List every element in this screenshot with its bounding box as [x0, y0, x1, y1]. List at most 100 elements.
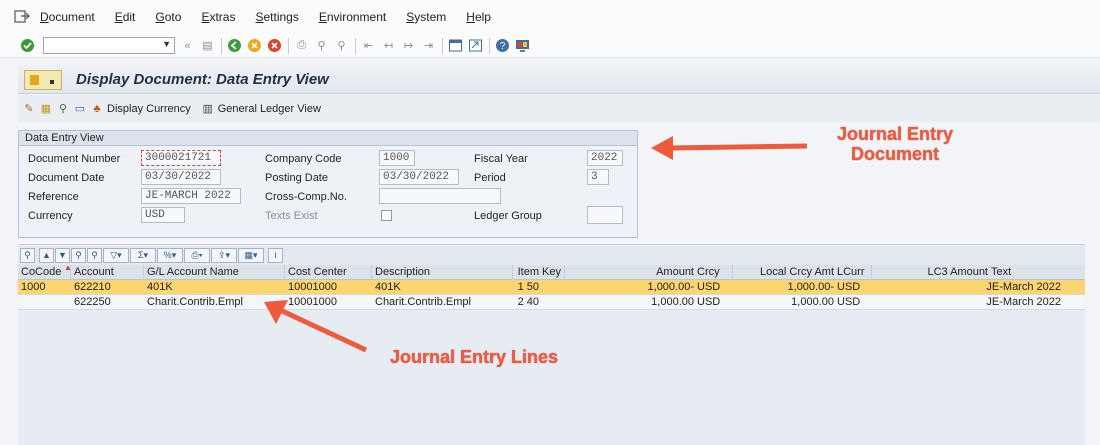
cell-lcurr: USD — [837, 281, 861, 293]
panel-title: Data Entry View — [19, 131, 637, 146]
document-icon[interactable]: ▦ — [39, 102, 53, 116]
enter-check-icon[interactable] — [20, 38, 35, 53]
find-next-icon: ⚲ — [337, 40, 346, 52]
double-left-icon[interactable]: « — [180, 38, 195, 53]
document-number-field[interactable]: 3000021721 — [141, 150, 221, 166]
help-icon[interactable]: ? — [495, 38, 510, 53]
cell-local-crcy-amt: 1,000.00 — [791, 296, 834, 308]
toolbar-divider — [442, 37, 443, 54]
menu-document[interactable]: Document — [40, 10, 95, 24]
print-preview-icon[interactable]: ⎙▾ — [184, 247, 210, 263]
document-number-label: Document Number — [28, 153, 121, 165]
col-amount[interactable]: Amount — [566, 266, 694, 278]
chevron-down-icon[interactable]: ▼ — [162, 39, 171, 49]
change-display-icon[interactable]: ✎ — [22, 102, 36, 116]
reference-field[interactable]: JE-MARCH 2022 — [141, 188, 241, 204]
document-menu-icon[interactable] — [24, 69, 62, 90]
company-code-field[interactable]: 1000 — [379, 150, 415, 166]
new-session-icon[interactable] — [448, 38, 463, 53]
line-items-grid: ⚲ ▲ ▼ ⚲ ⚲ ▽▾ Σ▾ %▾ ⎙▾ ⇪▾ ▦▾ i CoCode ▲ A… — [18, 244, 1085, 445]
col-account[interactable]: Account — [74, 266, 114, 278]
cross-comp-label: Cross-Comp.No. — [265, 191, 347, 203]
col-divider — [564, 265, 565, 280]
table-row[interactable]: 1000 622210 401K 10001000 401K 1 50 1,00… — [18, 280, 1085, 295]
col-divider — [70, 265, 71, 280]
exit-icon[interactable] — [247, 38, 262, 53]
cell-account: 622250 — [74, 296, 111, 308]
document-date-field[interactable]: 03/30/2022 — [141, 169, 221, 185]
col-local-crcy-amt[interactable]: Local Crcy Amt — [734, 266, 834, 278]
command-field[interactable]: ▼ — [43, 37, 175, 54]
period-field[interactable]: 3 — [587, 169, 609, 185]
sort-ascending-icon[interactable]: ▲ — [39, 247, 54, 263]
menu-extras[interactable]: Extras — [201, 10, 235, 24]
menu-goto[interactable]: Goto — [155, 10, 181, 24]
menu-edit[interactable]: Edit — [115, 10, 136, 24]
standard-toolbar: ▼ « ▤ ⎙ ⚲ ⚲ ⇤ ↤ ↦ ⇥ ? — [0, 34, 1100, 58]
cancel-icon[interactable] — [267, 38, 282, 53]
find-next-icon[interactable]: ⚲ — [87, 247, 102, 263]
col-lc3-amount[interactable]: LC3 Amount — [874, 266, 988, 278]
currency-field[interactable]: USD — [141, 207, 185, 223]
filter-icon[interactable]: ▽▾ — [103, 247, 129, 263]
cell-crcy: USD — [697, 296, 721, 308]
search-document-icon[interactable]: ⚲ — [56, 102, 70, 116]
save-icon: ▤ — [202, 40, 213, 52]
col-divider — [732, 265, 733, 280]
customize-layout-icon[interactable] — [515, 38, 530, 53]
menu-environment[interactable]: Environment — [319, 10, 386, 24]
annotation-document-label: Journal Entry Document — [815, 124, 975, 164]
cell-account: 622210 — [74, 281, 111, 293]
display-currency-button[interactable]: Display Currency — [107, 103, 191, 115]
shortcut-icon[interactable] — [468, 38, 483, 53]
texts-exist-label: Texts Exist — [265, 210, 318, 222]
toolbar-divider — [221, 37, 222, 54]
cross-comp-field[interactable] — [379, 188, 501, 204]
period-label: Period — [474, 172, 506, 184]
fiscal-year-field[interactable]: 2022 — [587, 150, 623, 166]
ledger-group-field[interactable] — [587, 206, 623, 224]
col-crcy[interactable]: Crcy — [697, 266, 720, 278]
menu-settings[interactable]: Settings — [255, 10, 298, 24]
menu-help[interactable]: Help — [466, 10, 491, 24]
col-lcurr[interactable]: LCurr — [837, 266, 865, 278]
col-description[interactable]: Description — [375, 266, 430, 278]
col-divider — [871, 265, 872, 280]
find-icon[interactable]: ⚲ — [71, 247, 86, 263]
col-divider — [143, 265, 144, 280]
cell-gl-account-name: 401K — [147, 281, 173, 293]
export-icon[interactable]: ⇪▾ — [211, 247, 237, 263]
toolbar-divider — [489, 37, 490, 54]
texts-exist-checkbox[interactable] — [381, 210, 392, 221]
general-ledger-view-button[interactable]: General Ledger View — [218, 103, 321, 115]
menu-system[interactable]: System — [406, 10, 446, 24]
col-divider — [284, 265, 285, 280]
menu-exit-icon[interactable] — [14, 10, 30, 24]
col-cocode[interactable]: CoCode — [21, 266, 61, 278]
total-icon[interactable]: Σ▾ — [130, 247, 156, 263]
sort-descending-icon[interactable]: ▼ — [55, 247, 70, 263]
col-item-key[interactable]: Item Key — [513, 266, 561, 278]
col-text[interactable]: Text — [991, 266, 1011, 278]
cell-lcurr: USD — [837, 296, 861, 308]
general-ledger-icon[interactable]: ▥ — [201, 102, 215, 116]
find-icon: ⚲ — [317, 40, 326, 52]
posting-date-field[interactable]: 03/30/2022 — [379, 169, 459, 185]
details-icon[interactable]: ⚲ — [20, 247, 35, 263]
table-row[interactable]: 622250 Charit.Contrib.Empl 10001000 Char… — [18, 295, 1085, 310]
back-icon[interactable] — [227, 38, 242, 53]
info-icon[interactable]: i — [268, 247, 283, 263]
page-title: Display Document: Data Entry View — [76, 71, 329, 88]
annotation-arrow-document — [651, 136, 808, 160]
cell-description: 401K — [375, 281, 401, 293]
annotation-document-line2: Document — [850, 144, 939, 164]
display-currency-icon[interactable]: ♣ — [90, 102, 104, 116]
cell-cost-center: 10001000 — [288, 281, 337, 293]
layout-icon[interactable]: ▦▾ — [238, 247, 264, 263]
col-cost-center[interactable]: Cost Center — [288, 266, 347, 278]
data-entry-view-panel: Data Entry View — [18, 130, 638, 238]
col-gl-account-name[interactable]: G/L Account Name — [147, 266, 239, 278]
overview-icon[interactable]: ▭ — [73, 102, 87, 116]
subtotal-icon[interactable]: %▾ — [157, 247, 183, 263]
cell-text: JE-March 2022 — [986, 281, 1061, 293]
